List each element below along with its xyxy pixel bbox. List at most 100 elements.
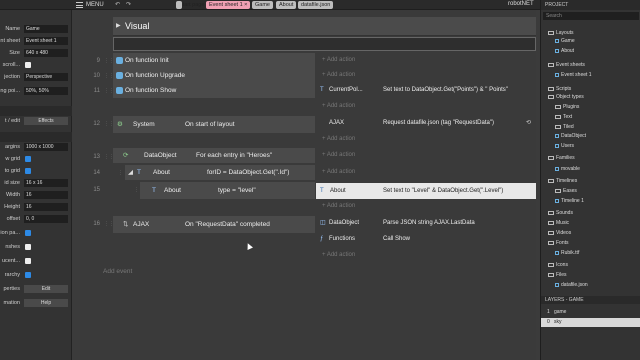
hierarchy-checkbox[interactable] bbox=[25, 272, 31, 278]
projection-select[interactable]: Perspective bbox=[24, 73, 68, 81]
project-item-datafile-json[interactable]: datafile.json bbox=[555, 282, 588, 289]
show-grid-checkbox[interactable] bbox=[25, 156, 31, 162]
folder-icon bbox=[548, 62, 554, 67]
height-field[interactable]: 16 bbox=[24, 203, 68, 211]
folder-icon bbox=[555, 188, 561, 193]
project-item-music[interactable]: Music bbox=[548, 220, 569, 227]
menu-button[interactable]: MENU bbox=[86, 1, 104, 9]
collision-checkbox[interactable] bbox=[25, 230, 31, 236]
condition-for-id[interactable]: ◢ T About forID = DataObject.Get(".Id") bbox=[125, 165, 315, 180]
undo-icon[interactable]: ↶ bbox=[115, 1, 120, 8]
prop-name: Name Game bbox=[0, 24, 72, 34]
file-icon bbox=[555, 48, 559, 53]
layer-row-game[interactable]: 1 game bbox=[541, 308, 640, 317]
prop-projection: jection Perspective bbox=[0, 72, 72, 82]
project-item-label: Game bbox=[561, 38, 575, 44]
unbounded-scroll-checkbox[interactable] bbox=[25, 62, 31, 68]
grid-size-field[interactable]: 16 x 16 bbox=[24, 179, 68, 187]
project-item-icons[interactable]: Icons bbox=[548, 262, 568, 269]
offset-field[interactable]: 0, 0 bbox=[24, 215, 68, 223]
project-item-families[interactable]: Families bbox=[548, 155, 575, 162]
condition-on-function-init[interactable]: On function Init bbox=[113, 53, 315, 68]
width-field[interactable]: 16 bbox=[24, 191, 68, 199]
project-item-fonts[interactable]: Fonts bbox=[548, 240, 569, 247]
project-search-input[interactable]: Search bbox=[543, 12, 639, 20]
project-panel: PROJECT Search Layouts Game About Event she… bbox=[540, 0, 640, 296]
condition-on-function-show[interactable]: On function Show bbox=[113, 83, 315, 98]
file-icon bbox=[555, 166, 559, 171]
layers-panel: LAYERS - GAME 1 game 0 sky bbox=[540, 296, 640, 360]
action-set-text-points[interactable]: T CurrentPol... Set text to DataObject.G… bbox=[320, 83, 536, 98]
group-description-field[interactable] bbox=[113, 37, 536, 51]
add-action-link[interactable]: + Add action bbox=[322, 152, 355, 158]
project-item-label: Object types bbox=[556, 94, 584, 100]
add-event-link[interactable]: Add event bbox=[103, 268, 132, 275]
project-item-text[interactable]: Text bbox=[555, 114, 572, 121]
project-item-tiled[interactable]: Tiled bbox=[555, 124, 574, 131]
project-item-files[interactable]: Files bbox=[548, 272, 567, 279]
event-sheet-select[interactable]: Event sheet 1 bbox=[24, 37, 68, 45]
effects-button[interactable]: Effects bbox=[24, 117, 68, 125]
tab-game[interactable]: Game bbox=[252, 1, 273, 9]
add-action-link[interactable]: + Add action bbox=[322, 136, 355, 142]
tab-datafile[interactable]: datafile.json bbox=[298, 1, 334, 9]
meshes-checkbox[interactable] bbox=[25, 244, 31, 250]
tab-event-sheet-1[interactable]: Event sheet 1 × bbox=[206, 1, 251, 9]
menu-icon[interactable] bbox=[76, 2, 83, 8]
folder-icon bbox=[548, 86, 554, 91]
margins-field[interactable]: 1000 x 1000 bbox=[24, 143, 68, 151]
tab-about[interactable]: About bbox=[276, 1, 297, 9]
chevron-right-icon[interactable]: ▶ bbox=[116, 22, 121, 29]
caret-down-icon[interactable]: ◢ bbox=[128, 165, 133, 180]
project-item-sounds[interactable]: Sounds bbox=[548, 210, 573, 217]
action-call-show[interactable]: ƒ Functions Call Show bbox=[320, 232, 536, 247]
functions-icon: ƒ bbox=[320, 236, 324, 242]
snap-to-grid-checkbox[interactable] bbox=[25, 168, 31, 174]
project-item-movable[interactable]: movable bbox=[555, 166, 580, 173]
action-parse-json[interactable]: ◫ DataObject Parse JSON string AJAX.Last… bbox=[320, 216, 536, 231]
translucent-checkbox[interactable] bbox=[25, 258, 31, 264]
prop-hierarchy: rarchy bbox=[0, 270, 72, 280]
project-item-event-sheet-1[interactable]: Event sheet 1 bbox=[555, 72, 592, 79]
add-action-link[interactable]: + Add action bbox=[322, 252, 355, 258]
project-item-plugins[interactable]: Plugins bbox=[555, 104, 579, 111]
condition-for-each-heroes[interactable]: ⟳ DataObject For each entry in "Heroes" bbox=[113, 148, 315, 163]
project-item-about[interactable]: About bbox=[555, 48, 574, 55]
condition-start-of-layout[interactable]: ⚙ System On start of layout bbox=[113, 116, 315, 133]
project-item-eases[interactable]: Eases bbox=[555, 188, 577, 195]
project-item-event-sheets[interactable]: Event sheets bbox=[548, 62, 585, 69]
project-item-users[interactable]: Users bbox=[555, 143, 574, 150]
project-item-game[interactable]: Game bbox=[555, 38, 575, 45]
action-ajax-request[interactable]: AJAX Request datafile.json (tag "Request… bbox=[320, 116, 536, 131]
condition-ajax-completed[interactable]: ⇅ AJAX On "RequestData" completed bbox=[113, 216, 315, 233]
action-set-text-level[interactable]: T About Set text to "Level" & DataObject… bbox=[316, 183, 536, 199]
add-action-link[interactable]: + Add action bbox=[322, 103, 355, 109]
project-item-scripts[interactable]: Scripts bbox=[548, 86, 571, 93]
project-item-layouts[interactable]: Layouts bbox=[548, 30, 574, 37]
project-item-label: Text bbox=[563, 114, 573, 120]
project-item-object-types[interactable]: Object types bbox=[548, 94, 584, 101]
folder-icon bbox=[548, 240, 554, 245]
vanishing-point-field[interactable]: 50%, 50% bbox=[24, 87, 68, 95]
add-action-link[interactable]: + Add action bbox=[322, 203, 355, 209]
add-action-link[interactable]: + Add action bbox=[322, 57, 355, 63]
size-field[interactable]: 640 x 480 bbox=[24, 49, 68, 57]
help-button[interactable]: Help bbox=[24, 299, 68, 307]
group-visual[interactable]: ▶ Visual bbox=[113, 17, 536, 36]
condition-on-function-upgrade[interactable]: On function Upgrade bbox=[113, 68, 315, 83]
edit-properties-button[interactable]: Edit bbox=[24, 285, 68, 293]
properties-panel: Name Game nt sheet Event sheet 1 Size 640 x… bbox=[0, 10, 72, 360]
project-item-timelines[interactable]: Timelines bbox=[548, 178, 577, 185]
add-action-link[interactable]: + Add action bbox=[322, 72, 355, 78]
add-action-link[interactable]: + Add action bbox=[322, 169, 355, 175]
condition-type-level[interactable]: T About type = "level" bbox=[140, 182, 315, 199]
layer-row-sky[interactable]: 0 sky bbox=[541, 318, 640, 327]
project-item-timeline-1[interactable]: Timeline 1 bbox=[555, 198, 584, 205]
name-field[interactable]: Game bbox=[24, 25, 68, 33]
file-icon bbox=[555, 72, 559, 77]
project-item-videos[interactable]: Videos bbox=[548, 230, 571, 237]
project-item-rubik-ttf[interactable]: Rubik.ttf bbox=[555, 250, 579, 257]
redo-icon[interactable]: ↷ bbox=[126, 1, 131, 8]
line-number: 13 bbox=[93, 154, 100, 160]
project-item-dataobject[interactable]: DataObject bbox=[555, 133, 586, 140]
